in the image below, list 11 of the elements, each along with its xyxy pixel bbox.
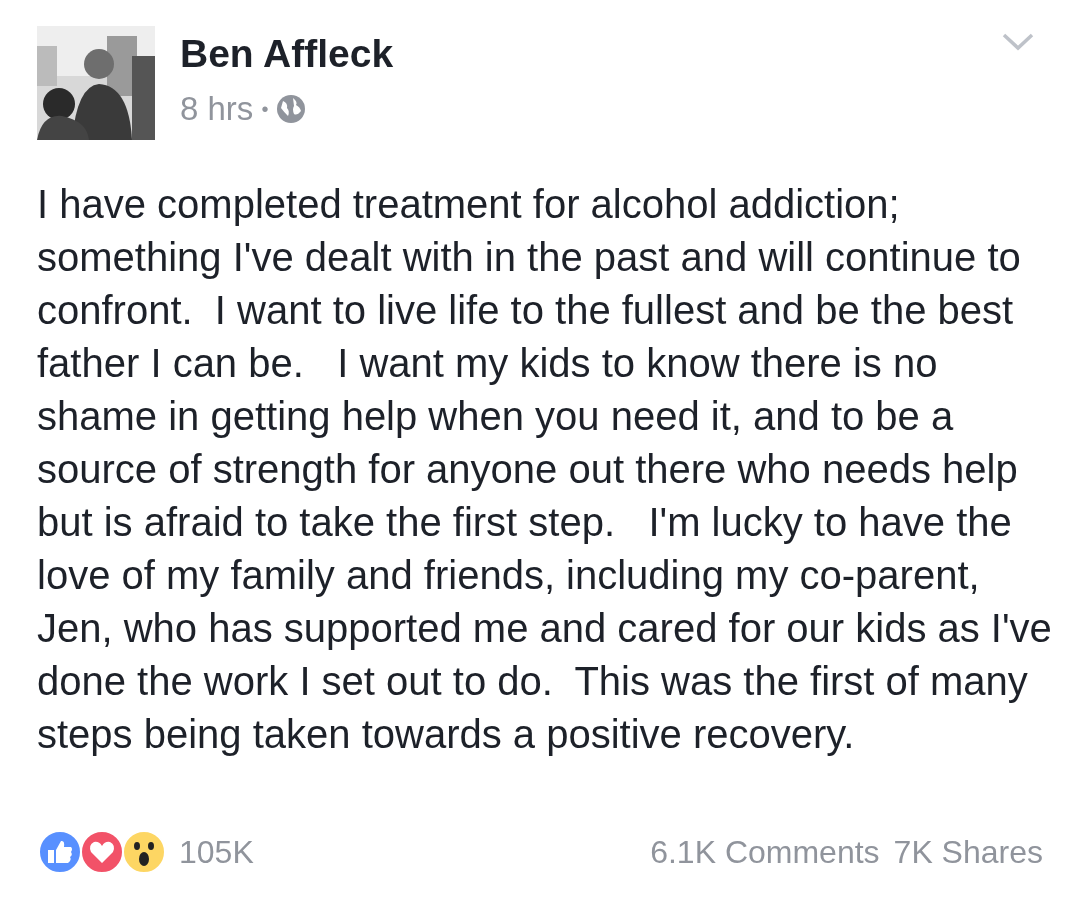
separator: • [261,96,269,122]
reaction-count[interactable]: 105K [179,828,254,876]
chevron-down-icon[interactable] [1001,32,1035,52]
thumbs-up-icon [37,829,83,875]
globe-icon [276,93,307,124]
post-time: 8 hrs [180,89,254,129]
surprised-face-icon [121,829,167,875]
comments-link[interactable]: 6.1K Comments [650,828,880,876]
shares-link[interactable]: 7K Shares [893,828,1043,876]
author-name[interactable]: Ben Affleck [180,30,394,78]
post-text: I have completed treatment for alcohol addiction; something I've dealt with in the past and will continue to confront. I want to live life to the fullest and be the best father I can be. I want my kids to know there is no shame in getting help when you need it, and to be a source of strength for anyone out there who needs help but is afraid to take the first step. I'm lucky to have the love of my family and friends, including my co-parent, Jen, who has supported me and cared for our kids as I've done the work I set out to do. This was the first of many steps being taken towards a positive recovery. [36,181,1053,758]
